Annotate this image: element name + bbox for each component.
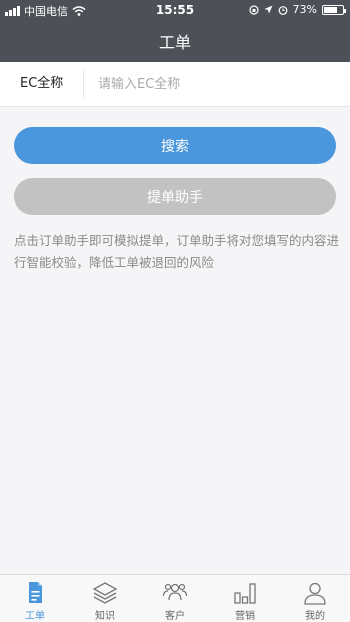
top-bar: 中国电信 15:55 73% 工单 [0, 0, 350, 62]
tab-profile[interactable]: 我的 [280, 575, 350, 622]
tab-work-order[interactable]: 工单 [0, 575, 70, 622]
status-right: 73% [248, 3, 346, 16]
location-icon [264, 5, 273, 14]
tab-marketing[interactable]: 营销 [210, 575, 280, 622]
ec-name-input[interactable] [84, 69, 350, 99]
bar-chart-icon [234, 583, 256, 604]
rotation-lock-icon [248, 4, 259, 15]
customers-icon [162, 583, 188, 601]
tab-label: 工单 [25, 611, 45, 622]
layers-icon [92, 582, 118, 604]
user-icon [304, 582, 326, 605]
battery-fill [324, 6, 337, 13]
ec-name-row: EC全称 [0, 62, 350, 107]
alarm-icon [278, 5, 287, 15]
tab-label: 我的 [305, 611, 325, 622]
status-bar: 中国电信 15:55 73% [0, 0, 350, 20]
tab-label: 知识 [95, 611, 115, 622]
helper-hint-text: 点击订单助手即可模拟提单，订单助手将对您填写的内容进行智能校验，降低工单被退回的… [14, 233, 340, 270]
document-icon [29, 582, 42, 603]
battery-icon [322, 4, 346, 15]
page-title: 工单 [158, 33, 191, 52]
battery-percent: 73% [292, 3, 317, 16]
tab-bar: 工单 知识 客户 营销 我的 [0, 574, 350, 622]
order-helper-button[interactable]: 提单助手 [14, 178, 336, 215]
tab-knowledge[interactable]: 知识 [70, 575, 140, 622]
search-button[interactable]: 搜索 [14, 127, 336, 164]
tab-label: 客户 [165, 611, 185, 622]
ec-name-label: EC全称 [0, 69, 84, 99]
tab-customers[interactable]: 客户 [140, 575, 210, 622]
tab-label: 营销 [235, 611, 255, 622]
